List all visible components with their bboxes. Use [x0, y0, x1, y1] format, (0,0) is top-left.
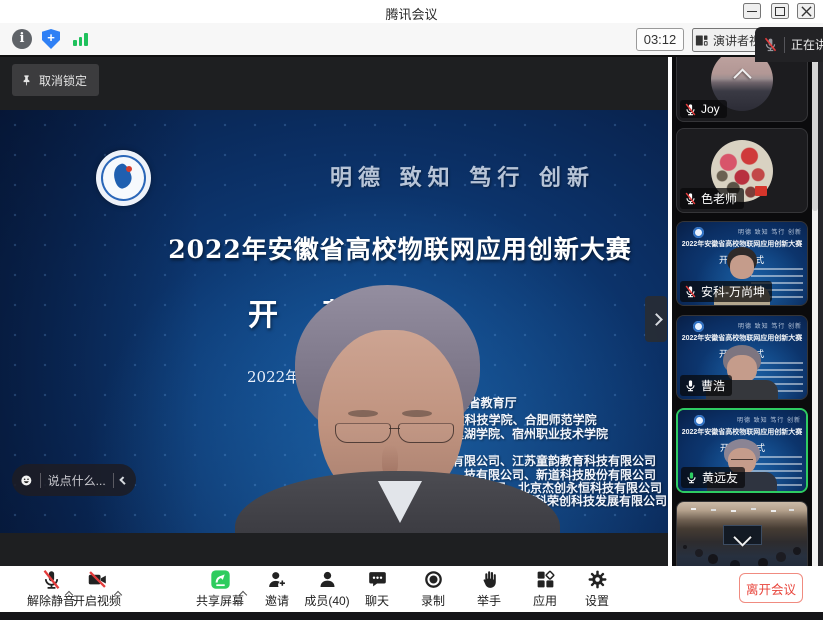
participants-scroll-up-button[interactable] — [728, 65, 756, 85]
settings-button[interactable]: 设置 — [562, 569, 632, 609]
quick-chat-input[interactable]: 说点什么... — [12, 464, 136, 496]
chevron-right-icon — [650, 313, 663, 326]
speaking-indicator-label: 正在讲话 — [791, 36, 823, 53]
chevron-up-icon — [733, 68, 751, 86]
speaker-webcam-person — [230, 285, 560, 533]
chevron-down-icon — [733, 528, 751, 546]
chevron-left-icon[interactable] — [119, 476, 128, 485]
mic-muted-icon — [763, 37, 778, 52]
sidebar-collapse-handle[interactable] — [645, 296, 667, 342]
participant-tile-huangyuanyou-active-speaker[interactable]: 明德 致知 笃行 创新 2022年安徽省高校物联网应用创新大赛 开幕式 黄远友 — [676, 408, 808, 493]
participant-nametag: 安科-万尚坤 — [680, 281, 772, 302]
mic-muted-icon — [684, 192, 697, 205]
participant-nametag: 曹浩 — [680, 375, 732, 396]
participants-sidebar: Joy 色老师 明德 致知 笃行 创新 2022年安徽省高校物联网应用创新大赛 — [672, 57, 812, 566]
window-title: 腾讯会议 — [0, 4, 823, 23]
minimize-button[interactable] — [743, 3, 761, 19]
unpin-button[interactable]: 取消锁定 — [12, 64, 99, 96]
invite-person-icon — [267, 569, 288, 590]
school-logo — [96, 150, 151, 206]
participant-tile-caohao[interactable]: 明德 致知 笃行 创新 2022年安徽省高校物联网应用创新大赛 开幕式 曹浩 — [676, 315, 808, 400]
participant-nametag: Joy — [680, 100, 727, 118]
divider — [784, 37, 785, 53]
mic-muted-icon — [41, 569, 62, 590]
mic-on-icon — [684, 379, 697, 392]
bottom-toolbar: 解除静音 开启视频 共享屏幕 — [0, 566, 823, 612]
window-right-edge — [818, 57, 823, 566]
mic-speaking-icon — [685, 471, 698, 484]
leave-meeting-button[interactable]: 离开会议 — [739, 573, 803, 603]
close-button[interactable] — [797, 3, 815, 19]
meeting-info-icon[interactable] — [12, 29, 32, 49]
window-bottom-edge — [0, 612, 823, 620]
participant-tile-anke[interactable]: 明德 致知 笃行 创新 2022年安徽省高校物联网应用创新大赛 开幕式 安科-万… — [676, 221, 808, 306]
participant-nametag: 色老师 — [680, 188, 744, 209]
video-options-chevron[interactable] — [113, 584, 123, 603]
pin-icon — [20, 74, 33, 87]
chat-placeholder: 说点什么... — [48, 472, 106, 489]
divider — [40, 473, 41, 488]
maximize-icon — [775, 7, 785, 16]
tencent-meeting-window: 腾讯会议 03:12 演讲者视图 正在讲话 — [0, 0, 823, 620]
member-person-icon — [317, 569, 338, 590]
apps-grid-icon — [535, 569, 556, 590]
slide-title: 2022年安徽省高校物联网应用创新大赛 — [120, 230, 668, 266]
layout-icon — [694, 33, 709, 48]
security-shield-icon[interactable] — [42, 29, 60, 49]
maximize-button[interactable] — [771, 3, 789, 19]
emoji-smiley-icon[interactable] — [20, 471, 33, 490]
record-icon — [423, 569, 444, 590]
participant-tile-selaoshi[interactable]: 色老师 — [676, 128, 808, 213]
glasses — [335, 423, 391, 443]
close-icon — [801, 6, 812, 17]
main-video-area: 取消锁定 明德 致知 笃行 创新 2022年安徽省高校物联网应用创新大赛 开幕式… — [0, 57, 668, 566]
titlebar: 腾讯会议 — [0, 0, 823, 23]
speaking-indicator-panel: 正在讲话 — [755, 27, 823, 62]
mic-muted-icon — [684, 285, 697, 298]
gear-icon — [587, 569, 608, 590]
logo-dot — [126, 166, 132, 172]
divider — [113, 473, 114, 488]
statusbar: 03:12 演讲者视图 — [0, 23, 823, 57]
camera-off-icon — [87, 569, 108, 590]
share-screen-icon — [210, 569, 231, 590]
meeting-timer: 03:12 — [636, 28, 684, 51]
participant-nametag: 黄远友 — [681, 467, 745, 488]
minimize-icon — [747, 11, 757, 12]
network-signal-icon[interactable] — [73, 32, 91, 46]
slide-motto: 明德 致知 笃行 创新 — [330, 160, 595, 192]
participants-scroll-down-button[interactable] — [728, 529, 756, 549]
mic-muted-icon — [684, 103, 697, 116]
raise-hand-icon — [479, 569, 500, 590]
chat-bubble-icon — [367, 569, 388, 590]
